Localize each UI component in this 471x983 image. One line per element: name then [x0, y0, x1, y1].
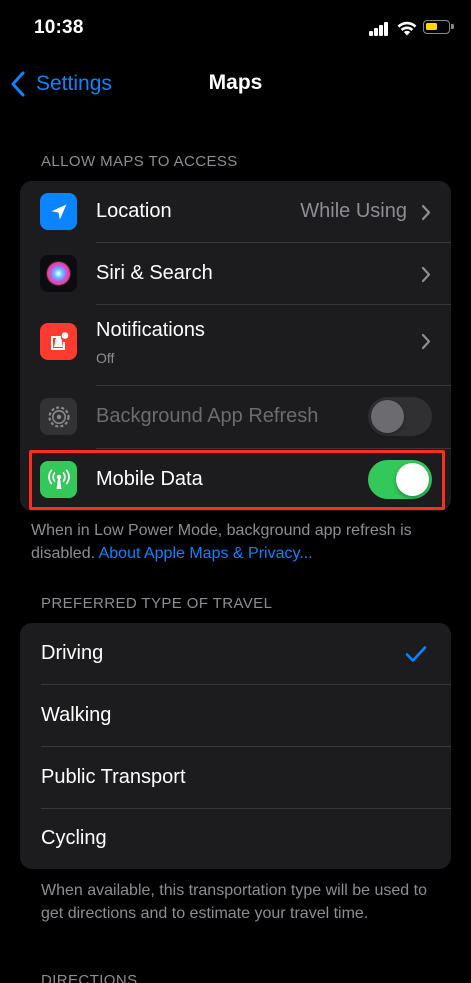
location-value: While Using: [300, 200, 407, 222]
section-header-travel: PREFERRED TYPE OF TRAVEL: [41, 595, 273, 612]
mobile-data-label: Mobile Data: [96, 468, 203, 490]
siri-icon: [40, 255, 77, 292]
chevron-right-icon: [421, 333, 431, 350]
low-power-footer: When in Low Power Mode, background app r…: [31, 519, 451, 565]
notifications-icon: [40, 323, 77, 360]
siri-search-row[interactable]: Siri & Search: [20, 243, 451, 305]
cellular-signal-icon: [369, 22, 389, 36]
status-bar: 10:38: [0, 0, 471, 56]
battery-icon: [423, 20, 450, 34]
location-label: Location: [96, 200, 172, 222]
privacy-link[interactable]: About Apple Maps & Privacy...: [99, 545, 313, 562]
travel-option-walking[interactable]: Walking: [20, 685, 451, 747]
mobile-data-row: Mobile Data: [20, 449, 451, 511]
gear-icon: [40, 398, 77, 435]
notifications-sublabel: Off: [96, 350, 115, 366]
travel-footer: When available, this transportation type…: [41, 882, 427, 922]
location-arrow-icon: [40, 193, 77, 230]
checkmark-icon: [405, 646, 427, 662]
section-header-allow-access: ALLOW MAPS TO ACCESS: [41, 153, 238, 170]
status-time: 10:38: [34, 17, 84, 38]
mobile-data-toggle[interactable]: [368, 460, 432, 499]
allow-access-group: Location While Using Siri & Search Notif…: [20, 181, 451, 511]
siri-search-label: Siri & Search: [96, 262, 213, 284]
travel-group: Driving Walking Public Transport Cycling: [20, 623, 451, 869]
notifications-label: Notifications: [96, 319, 205, 341]
travel-option-label: Driving: [41, 642, 104, 664]
background-app-refresh-row: Background App Refresh: [20, 386, 451, 448]
page-title: Maps: [208, 71, 263, 94]
antenna-icon: [40, 461, 77, 498]
travel-option-public-transport[interactable]: Public Transport: [20, 747, 451, 809]
chevron-right-icon: [421, 266, 431, 283]
notifications-row[interactable]: Notifications Off: [20, 305, 451, 377]
travel-option-label: Cycling: [41, 827, 107, 849]
background-app-refresh-toggle[interactable]: [368, 397, 432, 436]
wifi-icon: [397, 21, 417, 36]
section-header-directions: DIRECTIONS: [41, 972, 138, 983]
travel-option-label: Walking: [41, 704, 112, 726]
chevron-right-icon: [421, 204, 431, 221]
battery-cap: [451, 24, 454, 29]
location-row[interactable]: Location While Using: [20, 181, 451, 243]
travel-option-cycling[interactable]: Cycling: [20, 808, 451, 870]
travel-option-label: Public Transport: [41, 766, 186, 788]
background-app-refresh-label: Background App Refresh: [96, 405, 319, 427]
travel-option-driving[interactable]: Driving: [20, 623, 451, 685]
